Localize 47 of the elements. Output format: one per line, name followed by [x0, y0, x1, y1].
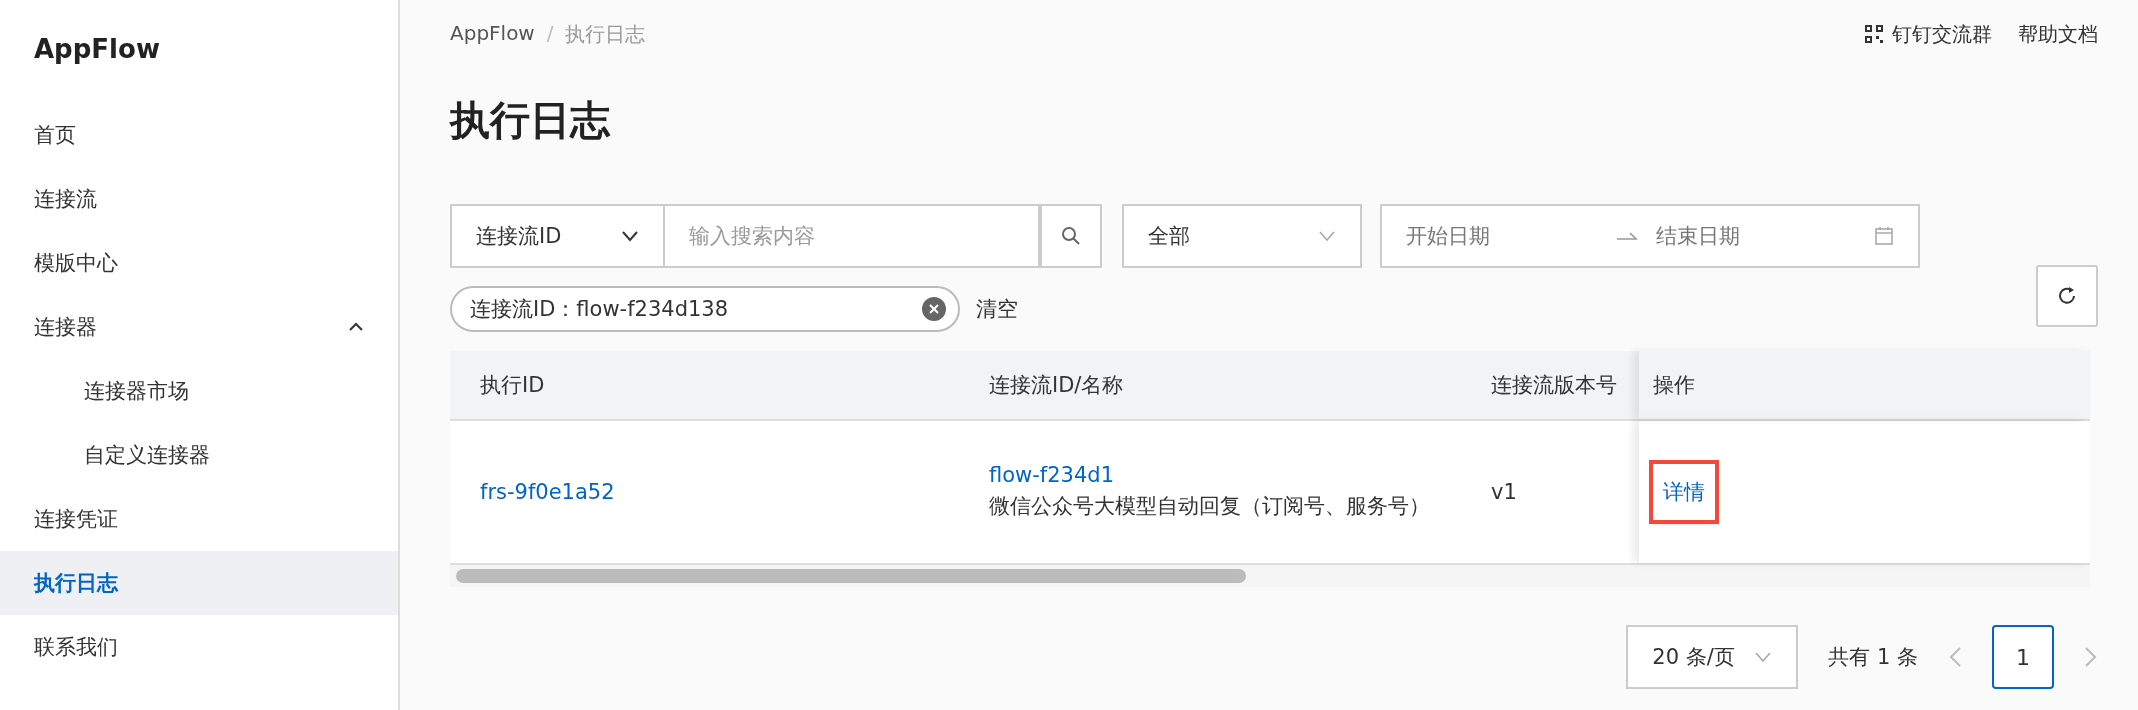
filter-tag: 连接流ID：flow-f234d138 [450, 286, 960, 332]
page-size-select[interactable]: 20 条/页 [1626, 625, 1799, 689]
column-header: 连接流版本号 [1490, 372, 1618, 399]
refresh-icon [2057, 285, 2077, 306]
calendar-icon [1874, 226, 1894, 246]
flow-id-link[interactable]: flow-f234d1 [989, 463, 1114, 487]
chevron-icon [348, 322, 364, 332]
breadcrumb-item: 执行日志 [565, 20, 646, 48]
field-select[interactable]: 连接流ID [450, 204, 665, 268]
page-button[interactable]: 1 [1992, 625, 2054, 689]
sidebar-item[interactable]: 连接凭证 [0, 487, 398, 551]
clear-link[interactable]: 清空 [976, 295, 1018, 323]
sidebar-item[interactable]: 自定义连接器 [0, 423, 398, 487]
sidebar-item[interactable]: 连接器 [0, 295, 398, 359]
refresh-button[interactable] [2036, 264, 2098, 327]
sidebar-item[interactable]: 联系我们 [0, 615, 398, 679]
horizontal-scrollbar[interactable] [450, 565, 2090, 587]
close-icon[interactable] [922, 297, 946, 321]
search-icon [1061, 226, 1081, 246]
total-count: 共有 1 条 [1828, 644, 1918, 671]
chevron-down-icon [1754, 651, 1773, 663]
app-logo: AppFlow [33, 33, 161, 66]
sidebar-item[interactable]: 模版中心 [0, 231, 398, 295]
column-header: 连接流ID/名称 [988, 372, 1125, 399]
next-page-icon[interactable] [2084, 646, 2098, 668]
chevron-down-icon [621, 230, 639, 242]
qr-code-icon [1864, 24, 1884, 44]
breadcrumb-separator: / [546, 20, 554, 47]
table-cell: v1 [1491, 480, 1517, 504]
sidebar-item[interactable]: 首页 [0, 103, 398, 167]
sidebar-item[interactable]: 连接器市场 [0, 359, 398, 423]
header-link[interactable]: 钉钉交流群 [1864, 20, 1992, 48]
header-link[interactable]: 帮助文档 [2018, 20, 2098, 48]
date-range-field[interactable]: 开始日期 结束日期 [1380, 204, 1920, 268]
status-select[interactable]: 全部 [1122, 204, 1362, 268]
breadcrumb-item[interactable]: AppFlow [450, 20, 535, 48]
column-header: 操作 [1639, 351, 2090, 419]
column-header: 执行ID [479, 372, 546, 399]
flow-name: 微信公众号大模型自动回复（订阅号、服务号） [989, 493, 1430, 520]
sidebar-item[interactable]: 连接流 [0, 167, 398, 231]
chevron-down-icon [1318, 230, 1336, 242]
sidebar-item[interactable]: 执行日志 [0, 551, 398, 615]
execution-id-link[interactable]: frs-9f0e1a52 [480, 480, 615, 504]
page-title: 执行日志 [450, 96, 612, 145]
search-field[interactable]: 输入搜索内容 [665, 204, 1040, 268]
previous-page-icon[interactable] [1948, 646, 1962, 668]
search-button[interactable] [1040, 204, 1102, 268]
